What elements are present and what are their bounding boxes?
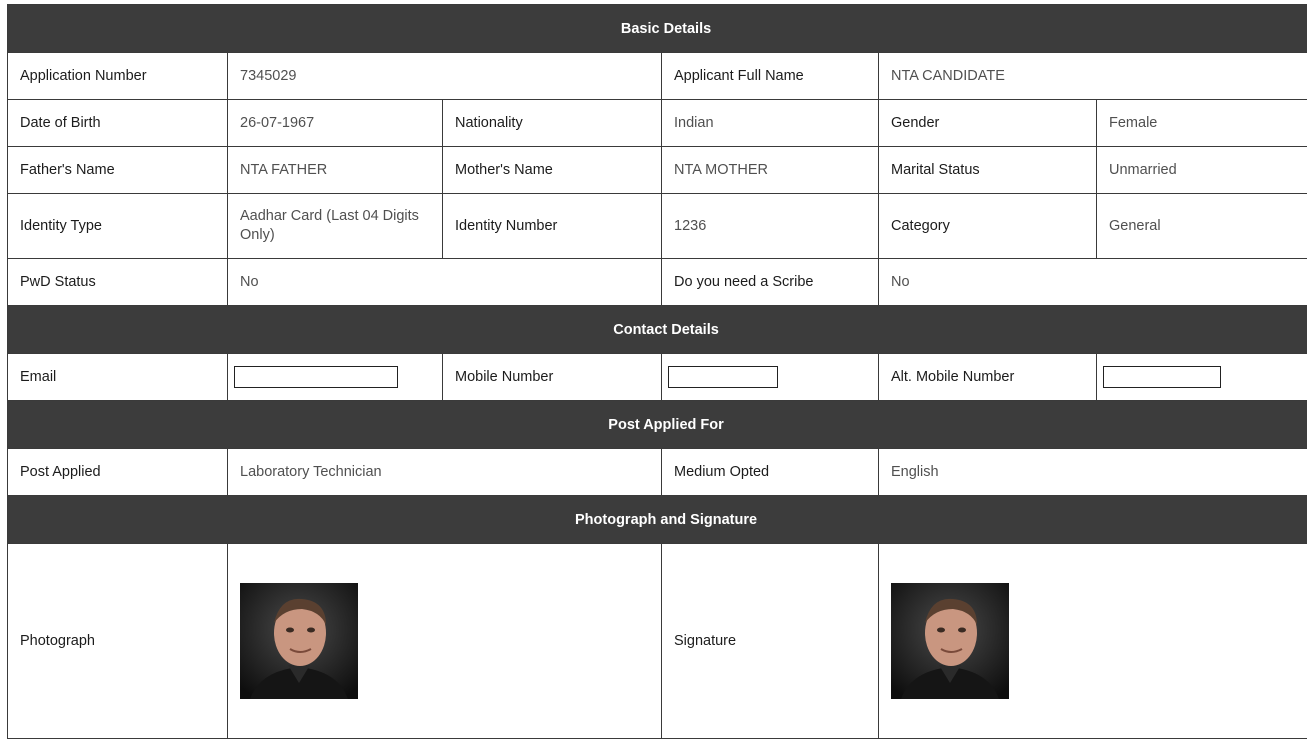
section-header-photograph-signature: Photograph and Signature xyxy=(6,495,1307,544)
application-details-table: Basic Details Application Number 7345029… xyxy=(6,4,1307,739)
email-value-box xyxy=(234,366,398,388)
email-label: Email xyxy=(7,353,228,401)
full-name-label: Applicant Full Name xyxy=(661,52,879,100)
identity-type-text: Aadhar Card (Last 04 Digits Only) xyxy=(240,208,419,243)
alt-mobile-label: Alt. Mobile Number xyxy=(878,353,1097,401)
identity-type-label: Identity Type xyxy=(7,193,228,259)
email-cell xyxy=(227,353,443,401)
alt-mobile-value-box xyxy=(1103,366,1221,388)
signature-image xyxy=(891,583,1009,699)
alt-mobile-cell xyxy=(1095,353,1307,401)
section-header-basic-details: Basic Details xyxy=(6,4,1307,53)
gender-value: Female xyxy=(1095,99,1307,147)
medium-value: English xyxy=(877,448,1307,496)
father-name-value: NTA FATHER xyxy=(227,146,443,194)
marital-status-label: Marital Status xyxy=(878,146,1097,194)
signature-cell xyxy=(877,543,1307,739)
post-applied-value: Laboratory Technician xyxy=(227,448,662,496)
mobile-label: Mobile Number xyxy=(442,353,662,401)
identity-number-label: Identity Number xyxy=(442,193,662,259)
nationality-label: Nationality xyxy=(442,99,662,147)
scribe-label: Do you need a Scribe xyxy=(661,258,879,306)
identity-type-value: Aadhar Card (Last 04 Digits Only) xyxy=(227,193,443,259)
mother-name-value: NTA MOTHER xyxy=(661,146,879,194)
category-label: Category xyxy=(878,193,1097,259)
identity-number-value: 1236 xyxy=(661,193,879,259)
section-header-post-applied: Post Applied For xyxy=(6,400,1307,449)
medium-label: Medium Opted xyxy=(661,448,879,496)
category-value: General xyxy=(1095,193,1307,259)
nationality-value: Indian xyxy=(661,99,879,147)
full-name-value: NTA CANDIDATE xyxy=(877,52,1307,100)
gender-label: Gender xyxy=(878,99,1097,147)
photograph-image xyxy=(240,583,358,699)
mobile-cell xyxy=(661,353,879,401)
photograph-cell xyxy=(227,543,662,739)
pwd-status-value: No xyxy=(227,258,662,306)
application-number-label: Application Number xyxy=(7,52,228,100)
application-number-value: 7345029 xyxy=(227,52,662,100)
dob-value: 26-07-1967 xyxy=(227,99,443,147)
pwd-status-label: PwD Status xyxy=(7,258,228,306)
marital-status-value: Unmarried xyxy=(1095,146,1307,194)
scribe-value: No xyxy=(877,258,1307,306)
father-name-label: Father's Name xyxy=(7,146,228,194)
dob-label: Date of Birth xyxy=(7,99,228,147)
signature-label: Signature xyxy=(661,543,879,739)
mother-name-label: Mother's Name xyxy=(442,146,662,194)
photograph-label: Photograph xyxy=(7,543,228,739)
section-header-contact-details: Contact Details xyxy=(6,305,1307,354)
post-applied-label: Post Applied xyxy=(7,448,228,496)
mobile-value-box xyxy=(668,366,778,388)
